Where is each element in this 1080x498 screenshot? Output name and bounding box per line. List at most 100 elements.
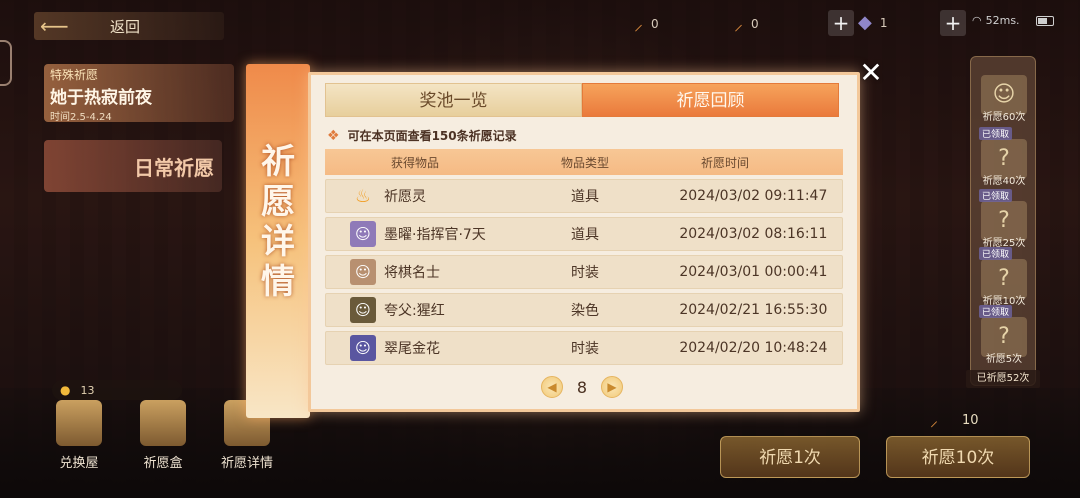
resource-value: 1 <box>879 15 888 30</box>
item-cell: ☺ 翠尾金花 <box>326 335 505 361</box>
resource-crystal: ◆ 1 <box>858 12 887 33</box>
item-type: 道具 <box>571 189 599 205</box>
tab-prize-pool[interactable]: 奖池一览 <box>325 83 582 117</box>
item-cell: ♨ 祈愿灵 <box>326 183 505 209</box>
total-wishes: 已祈愿52次 <box>966 370 1040 388</box>
item-cell: ☺ 将棋名士 <box>326 259 505 285</box>
wish-time: 2024/03/02 08:16:11 <box>679 226 828 242</box>
table-row: ☺ 将棋名士 时装 2024/03/01 00:00:41 <box>325 255 843 289</box>
menu-label: 祈愿盒 <box>143 456 183 471</box>
milestone-label: 祈愿60次 <box>982 112 1026 123</box>
close-icon[interactable]: ✕ <box>856 58 886 88</box>
milestone-label: 祈愿40次 <box>982 176 1026 187</box>
claimed-badge: 已领取 <box>979 127 1013 140</box>
add-resource-button[interactable]: + <box>940 10 966 36</box>
table-header: 获得物品 物品类型 祈愿时间 <box>325 149 843 175</box>
pagination: ◀ 8 ▶ <box>541 375 623 399</box>
milestone-25[interactable]: ? 已领取 祈愿25次 <box>975 187 1033 249</box>
page-number: 8 <box>576 377 588 397</box>
modal-side-banner: 祈愿详情 <box>246 64 310 418</box>
flame-icon: ● <box>60 383 71 397</box>
item-cell: ☺ 夸父:猩红 <box>326 297 505 323</box>
menu-wish-box[interactable]: 祈愿盒 <box>128 400 198 471</box>
event-title: 她于热寂前夜 <box>50 88 152 108</box>
wish-ten-button[interactable]: 祈愿10次 <box>886 436 1030 478</box>
next-page-button[interactable]: ▶ <box>601 376 623 398</box>
wish-once-label: 祈愿1次 <box>759 448 821 468</box>
candle-icon: ⸝ <box>634 14 643 35</box>
item-type: 道具 <box>571 227 599 243</box>
claimed-badge: 已领取 <box>979 305 1013 318</box>
event-tag: 特殊祈愿 <box>50 68 99 82</box>
wifi-icon: ◠ <box>972 14 982 27</box>
wish-time: 2024/03/02 09:11:47 <box>679 188 828 204</box>
daily-wish-banner[interactable]: 日常祈愿 <box>44 140 222 192</box>
item-type: 时装 <box>571 265 599 281</box>
wish-time: 2024/02/20 10:48:24 <box>679 340 828 356</box>
item-type: 染色 <box>571 303 599 319</box>
item-cell: ☺ 墨曜·指挥官·7天 <box>326 221 505 247</box>
tab-wish-history[interactable]: 祈愿回顾 <box>582 83 839 117</box>
resource-value: 0 <box>751 17 759 31</box>
column-header-type: 物品类型 <box>560 155 609 170</box>
wish-once-button[interactable]: 祈愿1次 <box>720 436 860 478</box>
column-header-item: 获得物品 <box>390 155 439 170</box>
item-name: 祈愿灵 <box>384 189 426 205</box>
top-bar: ⟵ 返回 ⸝ 0 ⸝ 0 + ◆ 1 + ◠ 52ms. <box>0 0 1080 48</box>
item-name: 将棋名士 <box>384 265 440 281</box>
ping-value: 52ms. <box>985 14 1020 27</box>
table-row: ☺ 墨曜·指挥官·7天 道具 2024/03/02 08:16:11 <box>325 217 843 251</box>
ticket-counter: ⸝ 10 <box>930 410 1020 430</box>
currency-value: 13 <box>80 383 95 397</box>
side-collapse-icon[interactable] <box>0 40 12 86</box>
item-name: 翠尾金花 <box>384 341 440 357</box>
event-date: 时间2.5-4.24 <box>50 112 112 123</box>
network-status: ◠ 52ms. <box>972 14 1020 27</box>
item-name: 夸父:猩红 <box>384 303 445 319</box>
diamond-icon: ❖ <box>327 127 340 144</box>
crystal-icon: ◆ <box>858 12 872 33</box>
daily-wish-label: 日常祈愿 <box>134 155 214 180</box>
column-header-time: 祈愿时间 <box>700 155 749 170</box>
shop-icon <box>56 400 102 446</box>
wand-icon: ⸝ <box>734 14 743 35</box>
ticket-value: 10 <box>962 412 979 428</box>
wish-time: 2024/03/01 00:00:41 <box>679 264 828 280</box>
milestone-40[interactable]: ? 已领取 祈愿40次 <box>975 125 1033 187</box>
item-type: 时装 <box>571 341 599 357</box>
add-crystal-button[interactable]: + <box>828 10 854 36</box>
table-row: ☺ 翠尾金花 时装 2024/02/20 10:48:24 <box>325 331 843 365</box>
box-icon <box>140 400 186 446</box>
flame-icon: ♨ <box>354 185 372 207</box>
milestone-60[interactable]: ☺ 祈愿60次 <box>975 61 1033 123</box>
table-row: ♨ 祈愿灵 道具 2024/03/02 09:11:47 <box>325 179 843 213</box>
table-row: ☺ 夸父:猩红 染色 2024/02/21 16:55:30 <box>325 293 843 327</box>
back-arrow-icon: ⟵ <box>40 14 69 38</box>
avatar-icon: ☺ <box>350 297 376 323</box>
back-button[interactable]: ⟵ 返回 <box>34 12 224 40</box>
event-banner[interactable]: 特殊祈愿 她于热寂前夜 时间2.5-4.24 <box>44 64 234 123</box>
menu-shop[interactable]: 兑换屋 <box>44 400 114 471</box>
avatar-icon: ☺ <box>350 259 376 285</box>
avatar-icon: ☺ <box>350 335 376 361</box>
resource-wand: ⸝ 0 <box>734 12 759 36</box>
resource-candle: ⸝ 0 <box>634 12 659 36</box>
hint-text: 可在本页面查看150条祈愿记录 <box>347 129 517 143</box>
history-table: ♨ 祈愿灵 道具 2024/03/02 09:11:47 ☺ 墨曜·指挥官·7天… <box>325 179 843 369</box>
battery-icon <box>1036 16 1054 26</box>
claimed-badge: 已领取 <box>979 189 1013 202</box>
avatar-icon: ☺ <box>350 221 376 247</box>
milestone-10[interactable]: ? 已领取 祈愿10次 <box>975 245 1033 307</box>
item-name: 墨曜·指挥官·7天 <box>384 227 486 243</box>
milestone-5[interactable]: ? 已领取 祈愿5次 <box>975 303 1033 365</box>
menu-label: 祈愿详情 <box>220 456 273 471</box>
milestone-label: 祈愿5次 <box>985 354 1023 365</box>
wish-history-modal: 奖池一览 祈愿回顾 ❖ 可在本页面查看150条祈愿记录 获得物品 物品类型 祈愿… <box>308 72 860 412</box>
currency-counter: ● 13 <box>52 380 182 400</box>
resource-value: 0 <box>651 17 659 31</box>
wand-icon: ⸝ <box>930 411 939 430</box>
prev-page-button[interactable]: ◀ <box>541 376 563 398</box>
claimed-badge: 已领取 <box>979 247 1013 260</box>
milestone-panel: ☺ 祈愿60次 ? 已领取 祈愿40次 ? 已领取 祈愿25次 ? 已领取 祈愿… <box>970 56 1036 386</box>
wish-ten-label: 祈愿10次 <box>921 448 995 468</box>
